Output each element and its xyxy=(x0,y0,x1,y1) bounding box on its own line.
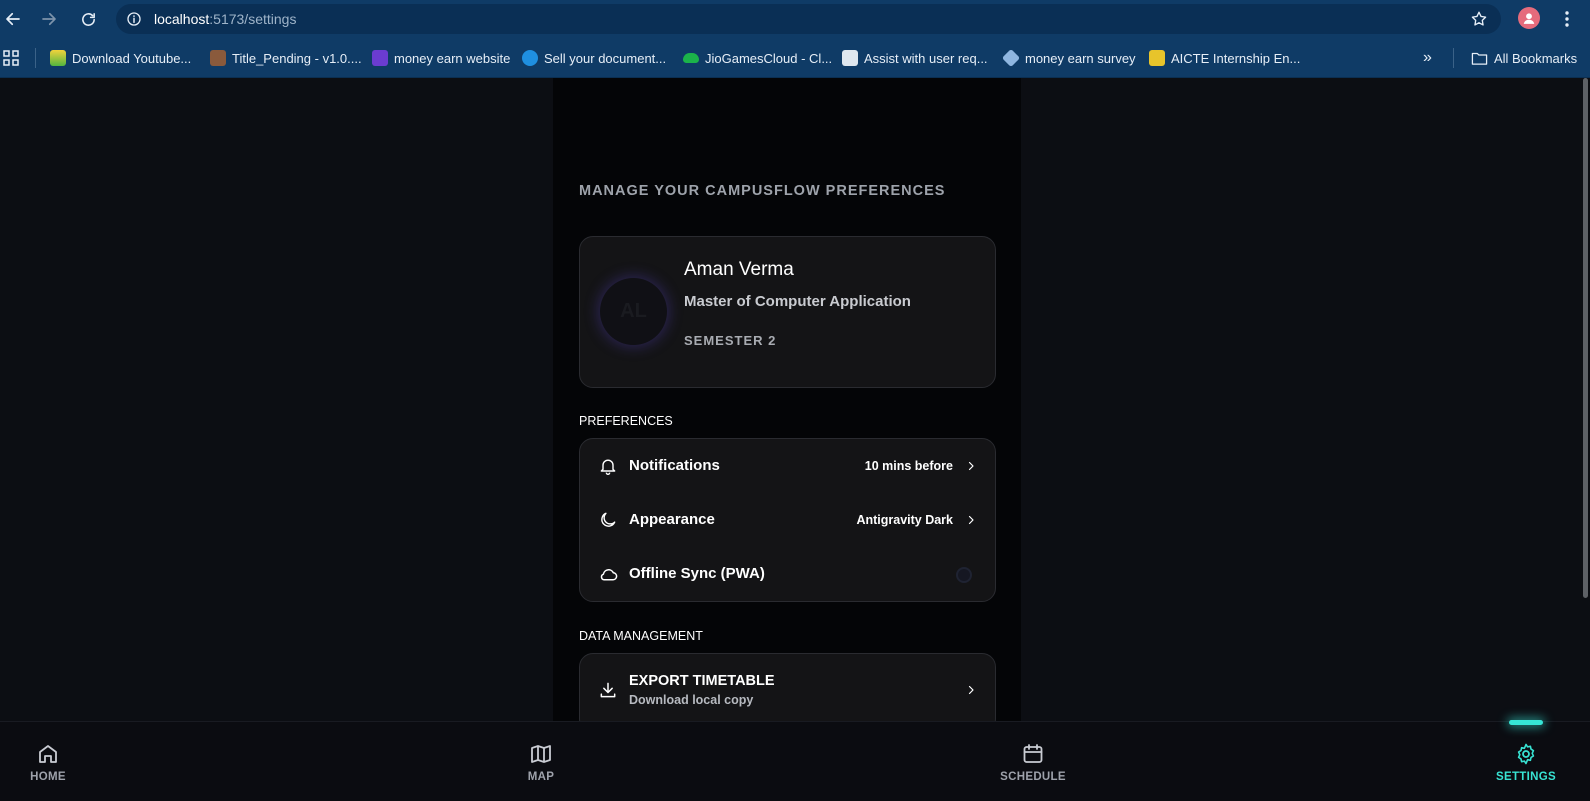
export-timetable-sublabel: Download local copy xyxy=(629,693,754,707)
s-favicon-icon xyxy=(522,50,538,66)
reload-icon xyxy=(81,12,95,26)
bell-icon xyxy=(597,455,619,477)
forward-arrow-icon xyxy=(42,12,56,26)
chevron-right-icon xyxy=(963,458,979,474)
bookmarks-divider xyxy=(35,48,36,68)
moon-icon xyxy=(597,509,619,531)
bookmark-item[interactable]: JioGamesCloud - Cl... xyxy=(683,48,832,68)
download-icon xyxy=(597,679,619,701)
bookmark-item[interactable]: money earn survey xyxy=(1001,48,1136,68)
chevron-right-icon xyxy=(963,682,979,698)
nav-home[interactable]: HOME xyxy=(3,741,93,791)
offline-sync-toggle[interactable] xyxy=(956,567,972,583)
browser-menu-icon[interactable] xyxy=(1560,8,1574,30)
notifications-value: 10 mins before xyxy=(864,459,953,473)
appearance-value: Antigravity Dark xyxy=(856,513,953,527)
photo-favicon-icon xyxy=(210,50,226,66)
bookmark-item[interactable]: Assist with user req... xyxy=(842,48,988,68)
export-timetable-label: EXPORT TIMETABLE xyxy=(629,673,775,689)
all-bookmarks-button[interactable]: All Bookmarks xyxy=(1471,48,1577,68)
map-icon xyxy=(528,741,554,767)
notifications-row[interactable]: Notifications 10 mins before xyxy=(579,446,996,486)
page-background xyxy=(0,78,1590,721)
e-favicon-icon xyxy=(372,50,388,66)
diamond-favicon-icon xyxy=(1001,48,1021,68)
back-arrow-icon xyxy=(6,12,20,26)
cloud-favicon-icon xyxy=(683,53,699,63)
notifications-label: Notifications xyxy=(629,457,720,474)
bookmark-item[interactable]: Download Youtube... xyxy=(50,48,191,68)
appearance-label: Appearance xyxy=(629,511,715,528)
nav-map[interactable]: MAP xyxy=(496,741,586,791)
nav-schedule-label: SCHEDULE xyxy=(1000,771,1066,783)
profile-name: Aman Verma xyxy=(684,259,794,280)
browser-toolbar: localhost:5173/settings xyxy=(0,0,1590,38)
bookmarks-divider xyxy=(1453,48,1454,68)
appearance-row[interactable]: Appearance Antigravity Dark xyxy=(579,500,996,540)
gear-icon xyxy=(1513,741,1539,767)
nav-schedule[interactable]: SCHEDULE xyxy=(988,741,1078,791)
bookmark-item[interactable]: Title_Pending - v1.0.... xyxy=(210,48,362,68)
apps-grid-icon[interactable] xyxy=(3,48,19,68)
nav-home-label: HOME xyxy=(30,771,66,783)
bookmark-star-icon[interactable] xyxy=(1469,9,1489,29)
profile-degree: Master of Computer Application xyxy=(684,293,911,310)
bookmark-item[interactable]: Sell your document... xyxy=(522,48,666,68)
cloud-icon xyxy=(597,563,619,585)
nav-settings[interactable]: SETTINGS xyxy=(1481,741,1571,791)
bookmark-item[interactable]: money earn website xyxy=(372,48,510,68)
openai-favicon-icon xyxy=(842,50,858,66)
bookmarks-bar: Download Youtube... Title_Pending - v1.0… xyxy=(0,38,1590,78)
profile-avatar-icon[interactable] xyxy=(1518,7,1540,29)
offline-sync-row: Offline Sync (PWA) xyxy=(579,554,996,594)
offline-sync-label: Offline Sync (PWA) xyxy=(629,565,765,582)
avatar: AL xyxy=(600,278,667,345)
aicte-favicon-icon xyxy=(1149,50,1165,66)
calendar-icon xyxy=(1020,741,1046,767)
bookmark-item[interactable]: AICTE Internship En... xyxy=(1149,48,1300,68)
site-info-icon[interactable] xyxy=(125,10,143,28)
address-bar[interactable]: localhost:5173/settings xyxy=(116,4,1501,34)
reload-button[interactable] xyxy=(76,7,100,31)
preferences-heading: PREFERENCES xyxy=(579,414,673,428)
download-favicon-icon xyxy=(50,50,66,66)
chevron-right-icon xyxy=(963,512,979,528)
forward-button[interactable] xyxy=(37,7,61,31)
profile-semester: SEMESTER 2 xyxy=(684,333,777,348)
data-management-heading: DATA MANAGEMENT xyxy=(579,629,703,643)
url-text: localhost:5173/settings xyxy=(154,11,297,27)
bottom-navigation xyxy=(0,721,1590,801)
back-button[interactable] xyxy=(1,7,25,31)
folder-icon xyxy=(1471,52,1488,65)
page-subtitle: MANAGE YOUR CAMPUSFLOW PREFERENCES xyxy=(579,183,946,199)
home-icon xyxy=(35,741,61,767)
nav-settings-label: SETTINGS xyxy=(1496,771,1556,783)
page-scrollbar[interactable] xyxy=(1583,78,1588,598)
content-column xyxy=(553,78,1021,721)
active-tab-indicator xyxy=(1509,720,1543,725)
more-bookmarks-button[interactable]: » xyxy=(1423,48,1432,68)
nav-map-label: MAP xyxy=(527,771,555,783)
